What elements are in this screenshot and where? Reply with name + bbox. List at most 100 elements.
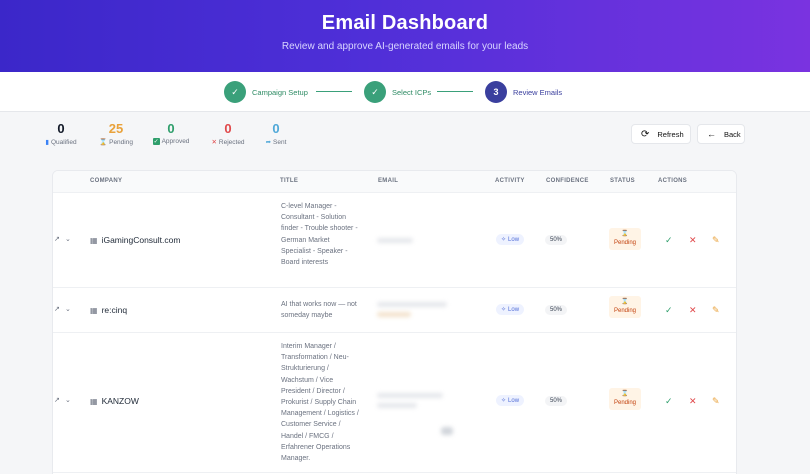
company-cell: ▦ KANZOW [90, 396, 139, 406]
reject-button[interactable]: ✕ [689, 305, 697, 316]
arrow-left-icon: ← [707, 129, 716, 139]
table-row[interactable]: ↗ ⌄ ▦ re:cinq AI that works now — not so… [53, 288, 736, 333]
table-row[interactable]: ↗ ⌄ ▦ iGamingConsult.com C-level Manager… [53, 193, 736, 288]
hourglass-icon: ⌛ [621, 391, 629, 397]
table-row[interactable]: ↗ ⌄ ▦ KANZOW Interim Manager / Transform… [53, 333, 736, 473]
col-actions[interactable]: ACTIONS [658, 178, 687, 184]
stat-label: Sent [273, 138, 287, 146]
company-cell: ▦ re:cinq [90, 305, 127, 315]
table-header: COMPANY TITLE EMAIL ACTIVITY CONFIDENCE … [53, 171, 736, 193]
hourglass-icon: ⌛ [99, 139, 108, 146]
building-icon: ▦ [90, 396, 98, 406]
col-status[interactable]: STATUS [610, 178, 635, 184]
status-label: Pending [613, 240, 637, 246]
stat-value: 0 [167, 121, 175, 136]
chevron-down-icon[interactable]: ⌄ [65, 235, 71, 243]
activity-badge: ✧ Low [496, 304, 525, 315]
reject-button[interactable]: ✕ [689, 235, 697, 246]
stat-value: 0 [224, 121, 232, 136]
check-box-icon: ✓ [152, 138, 160, 145]
status-label: Pending [613, 400, 637, 406]
status-badge: ⌛ Pending [609, 228, 641, 250]
chevron-down-icon[interactable]: ⌄ [65, 305, 71, 313]
edit-button[interactable]: ✎ [712, 396, 720, 407]
edit-button[interactable]: ✎ [712, 235, 720, 246]
step-select-icps[interactable]: ✓ Select ICPs [364, 81, 431, 103]
step-connector [316, 91, 352, 92]
approve-button[interactable]: ✓ [665, 305, 673, 316]
step-label: Campaign Setup [252, 87, 308, 97]
check-icon: ✓ [224, 81, 246, 103]
title-cell: AI that works now — not someday maybe [281, 301, 357, 320]
x-icon: ✕ [211, 139, 217, 146]
col-confidence[interactable]: CONFIDENCE [546, 178, 589, 184]
stat-approved: 0 ✓ Approved [148, 121, 194, 145]
step-campaign-setup[interactable]: ✓ Campaign Setup [224, 81, 308, 103]
company-name: KANZOW [101, 396, 139, 406]
stat-pending: 25 ⌛ Pending [95, 121, 137, 146]
step-label: Review Emails [513, 87, 563, 97]
stat-sent: 0 ➦ Sent [259, 121, 293, 146]
hourglass-icon: ⌛ [621, 299, 629, 305]
step-number: 3 [485, 81, 507, 103]
stat-value: 0 [272, 121, 280, 136]
back-label: Back [724, 129, 741, 139]
bar-chart-icon: ▮ [45, 139, 49, 146]
col-email[interactable]: EMAIL [378, 178, 398, 184]
page-header: Email Dashboard Review and approve AI-ge… [0, 0, 810, 72]
step-review-emails[interactable]: 3 Review Emails [485, 81, 562, 103]
building-icon: ▦ [90, 235, 98, 245]
building-icon: ▦ [90, 305, 98, 315]
stat-label: Approved [161, 138, 190, 145]
refresh-button[interactable]: ⟳ Refresh [631, 124, 691, 144]
page-subtitle: Review and approve AI-generated emails f… [281, 41, 529, 52]
refresh-icon: ⟳ [641, 128, 650, 140]
confidence-badge: 50% [545, 396, 568, 406]
stat-value: 0 [57, 121, 65, 136]
refresh-label: Refresh [657, 129, 684, 139]
company-name: re:cinq [101, 305, 128, 315]
external-link-icon[interactable]: ↗ [54, 305, 60, 313]
reject-button[interactable]: ✕ [689, 396, 697, 407]
emails-table: COMPANY TITLE EMAIL ACTIVITY CONFIDENCE … [52, 170, 737, 474]
chevron-down-icon[interactable]: ⌄ [65, 396, 71, 404]
external-link-icon[interactable]: ↗ [54, 396, 60, 404]
sparkle-icon: ✧ [501, 398, 507, 404]
title-cell: C-level Manager - Consultant - Solution … [281, 203, 358, 267]
title-cell: Interim Manager / Transformation / Neu-S… [281, 343, 359, 463]
stat-label: Pending [109, 138, 133, 146]
col-company[interactable]: COMPANY [90, 178, 122, 184]
approve-button[interactable]: ✓ [665, 235, 673, 246]
company-name: iGamingConsult.com [101, 235, 181, 245]
approve-button[interactable]: ✓ [665, 396, 673, 407]
activity-label: Low [508, 306, 520, 313]
step-connector [437, 91, 473, 92]
email-cell[interactable] [377, 302, 447, 307]
back-button[interactable]: ← Back [697, 124, 745, 144]
edit-button[interactable]: ✎ [712, 305, 720, 316]
sparkle-icon: ✧ [501, 307, 507, 313]
activity-badge: ✧ Low [496, 395, 525, 406]
page-title: Email Dashboard [321, 12, 489, 34]
sparkle-icon: ✧ [501, 237, 507, 243]
status-badge: ⌛ Pending [609, 296, 641, 318]
external-link-icon[interactable]: ↗ [54, 235, 60, 243]
email-cell[interactable] [377, 238, 413, 243]
send-icon: ➦ [265, 139, 272, 146]
progress-stepper: ✓ Campaign Setup ✓ Select ICPs 3 Review … [0, 72, 810, 112]
stat-rejected: 0 ✕ Rejected [205, 121, 251, 146]
email-cell[interactable] [377, 393, 443, 398]
col-title[interactable]: TITLE [280, 178, 298, 184]
col-activity[interactable]: ACTIVITY [495, 178, 525, 184]
stat-label: Qualified [50, 138, 77, 146]
hourglass-icon: ⌛ [621, 231, 629, 237]
activity-badge: ✧ Low [496, 234, 525, 245]
status-badge: ⌛ Pending [609, 388, 641, 410]
activity-label: Low [508, 236, 520, 243]
email-subline [377, 312, 411, 317]
check-icon: ✓ [364, 81, 386, 103]
email-subline [377, 403, 417, 408]
confidence-badge: 50% [545, 235, 568, 245]
status-label: Pending [613, 308, 637, 314]
stat-label: Rejected [218, 138, 245, 146]
